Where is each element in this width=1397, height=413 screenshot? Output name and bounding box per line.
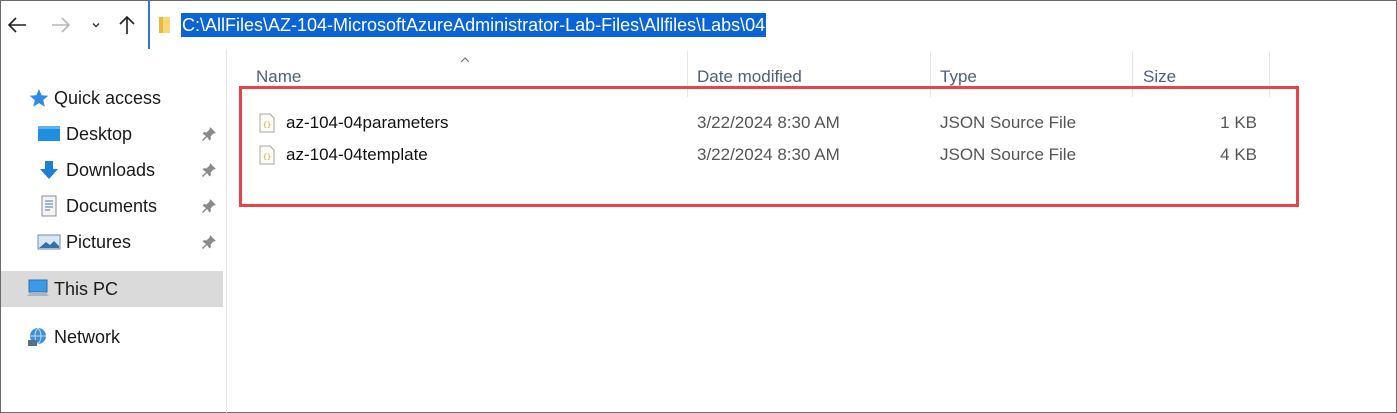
file-size: 4 KB: [1220, 145, 1257, 164]
column-divider[interactable]: [1132, 51, 1133, 97]
pin-icon[interactable]: [201, 234, 217, 255]
sidebar-item-label: Downloads: [66, 159, 156, 180]
file-name: az-104-04parameters: [286, 113, 449, 132]
json-file-icon: {}: [259, 145, 275, 170]
pin-icon[interactable]: [201, 162, 217, 183]
sidebar-item-desktop[interactable]: Desktop: [1, 116, 223, 152]
svg-text:{}: {}: [263, 121, 271, 129]
sort-ascending-icon: [459, 51, 471, 69]
file-size: 1 KB: [1220, 113, 1257, 132]
back-button[interactable]: [3, 11, 31, 39]
file-row[interactable]: {} az-104-04parameters 3/22/2024 8:30 AM…: [255, 108, 1285, 138]
star-icon: [27, 86, 51, 110]
column-divider[interactable]: [930, 51, 931, 97]
sidebar-item-pictures[interactable]: Pictures: [1, 224, 223, 260]
file-explorer-window: C:\AllFiles\AZ-104-MicrosoftAzureAdminis…: [0, 0, 1397, 413]
up-button[interactable]: [113, 11, 141, 39]
arrow-left-icon: [7, 17, 26, 33]
chevron-down-icon: [92, 23, 100, 28]
sidebar-item-label: Pictures: [66, 231, 132, 252]
arrow-up-icon: [119, 15, 135, 34]
sidebar-item-network[interactable]: Network: [1, 319, 223, 355]
json-file-icon: {}: [259, 113, 275, 138]
svg-text:{}: {}: [263, 153, 271, 161]
navigation-pane: Quick access Desktop Downloads Documents…: [1, 49, 227, 413]
sidebar-item-label: Desktop: [66, 123, 133, 144]
column-divider[interactable]: [687, 51, 688, 97]
address-bar[interactable]: C:\AllFiles\AZ-104-MicrosoftAzureAdminis…: [151, 1, 1396, 49]
sidebar-item-this-pc[interactable]: This PC: [1, 271, 223, 307]
recent-locations-button[interactable]: [87, 11, 105, 39]
computer-icon: [26, 277, 50, 301]
sidebar-item-documents[interactable]: Documents: [1, 188, 223, 224]
pin-icon[interactable]: [201, 198, 217, 219]
sidebar-item-downloads[interactable]: Downloads: [1, 152, 223, 188]
address-bar-focus-edge: [148, 1, 150, 49]
file-row[interactable]: {} az-104-04template 3/22/2024 8:30 AM J…: [255, 140, 1285, 170]
forward-button[interactable]: [47, 11, 75, 39]
desktop-icon: [37, 122, 61, 146]
download-icon: [37, 158, 61, 182]
sidebar-item-label: Network: [54, 326, 121, 347]
address-path-text[interactable]: C:\AllFiles\AZ-104-MicrosoftAzureAdminis…: [181, 13, 767, 37]
file-type: JSON Source File: [940, 145, 1077, 164]
column-header-date-modified[interactable]: Date modified: [697, 63, 802, 91]
file-date-modified: 3/22/2024 8:30 AM: [697, 113, 840, 132]
arrow-right-icon: [52, 17, 71, 33]
column-divider[interactable]: [1269, 51, 1270, 97]
column-header-type[interactable]: Type: [940, 63, 977, 91]
network-icon: [26, 325, 50, 349]
pin-icon[interactable]: [201, 126, 217, 147]
folder-icon: [159, 17, 170, 33]
documents-icon: [37, 194, 61, 218]
column-header-size[interactable]: Size: [1143, 63, 1176, 91]
pictures-icon: [37, 230, 61, 254]
column-header-name[interactable]: Name: [256, 63, 301, 91]
sidebar-item-label: Documents: [66, 195, 158, 216]
navigation-toolbar: C:\AllFiles\AZ-104-MicrosoftAzureAdminis…: [1, 1, 1396, 49]
sidebar-item-label: Quick access: [54, 87, 162, 108]
file-name: az-104-04template: [286, 145, 428, 164]
sidebar-item-quick-access[interactable]: Quick access: [1, 80, 223, 116]
file-type: JSON Source File: [940, 113, 1077, 132]
sidebar-item-label: This PC: [54, 278, 119, 299]
file-date-modified: 3/22/2024 8:30 AM: [697, 145, 840, 164]
